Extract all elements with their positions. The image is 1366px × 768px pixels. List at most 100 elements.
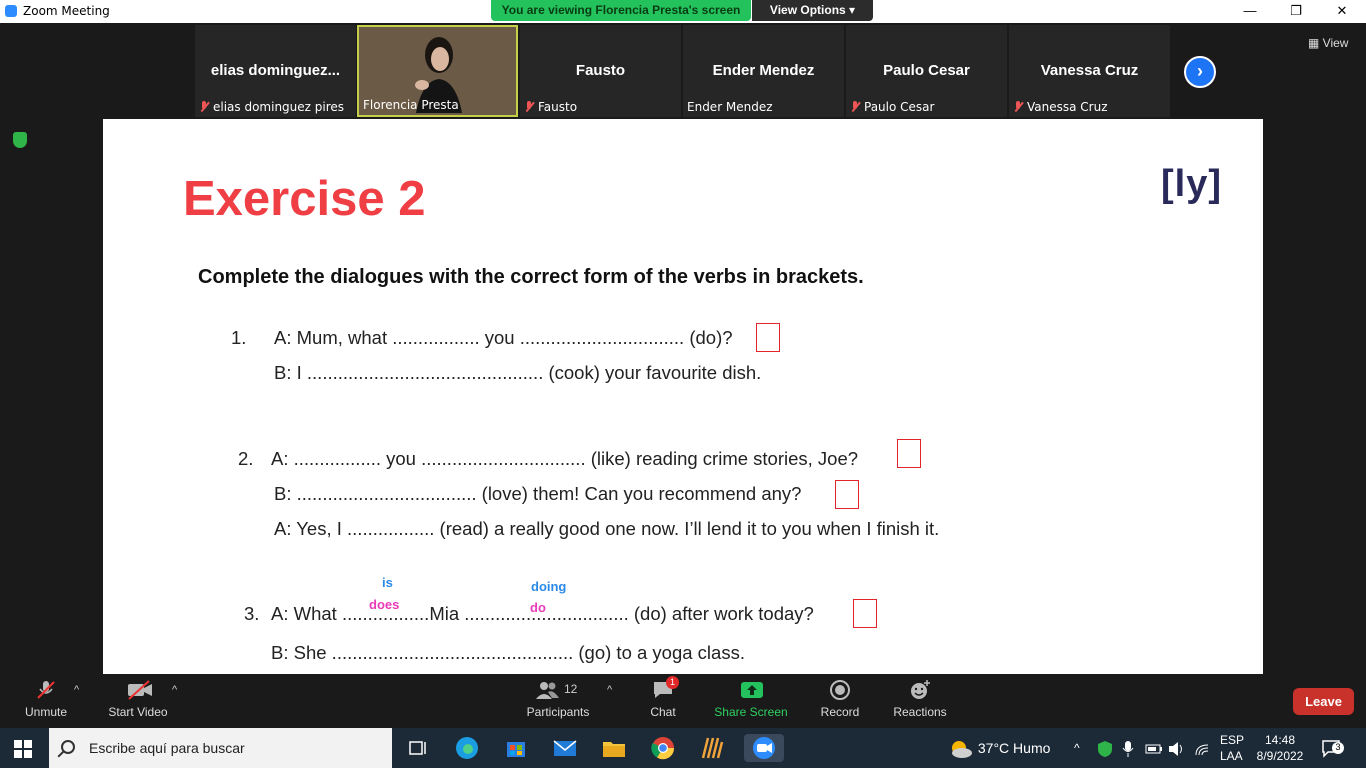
clock-time: 14:48: [1264, 733, 1296, 747]
dialogue-line: A: What .................Mia ...........…: [271, 603, 814, 624]
reactions-button[interactable]: Reactions: [890, 680, 950, 719]
mail-icon[interactable]: [551, 734, 579, 762]
audio-options-caret[interactable]: ^: [74, 684, 79, 696]
question-mark-highlight: [853, 599, 877, 628]
taskbar-clock[interactable]: 14:48 8/9/2022: [1255, 732, 1305, 764]
maximize-button[interactable]: ❐: [1273, 0, 1319, 23]
minimize-button[interactable]: —: [1227, 0, 1273, 23]
participant-label: Vanessa Cruz: [1013, 100, 1108, 114]
participant-name: elias dominguez...: [210, 62, 341, 79]
participant-label-text: Paulo Cesar: [864, 100, 935, 114]
participants-icon: 12: [536, 680, 580, 700]
start-video-button[interactable]: Start Video: [104, 680, 172, 719]
leave-meeting-button[interactable]: Leave: [1293, 688, 1354, 715]
participant-strip: elias dominguez... elias dominguez pires…: [0, 23, 1366, 119]
participant-label: elias dominguez pires: [199, 100, 344, 114]
dialogue-line: B: She .................................…: [271, 642, 745, 663]
window-titlebar: Zoom Meeting You are viewing Florencia P…: [0, 0, 1366, 23]
task-view-icon[interactable]: [404, 734, 432, 762]
participants-button[interactable]: 12 Participants: [522, 680, 594, 719]
input-language-indicator[interactable]: ESP LAA: [1220, 732, 1244, 764]
edge-browser-icon[interactable]: [453, 734, 481, 762]
reactions-smiley-icon: [909, 680, 931, 700]
brand-logo: [ly]: [1161, 163, 1222, 205]
mic-muted-icon: [850, 101, 860, 113]
participant-name: Paulo Cesar: [883, 62, 970, 79]
close-button[interactable]: ✕: [1319, 0, 1365, 23]
question-number: 3.: [244, 603, 260, 624]
unmute-button[interactable]: Unmute: [20, 680, 72, 719]
chrome-browser-icon[interactable]: [649, 734, 677, 762]
search-placeholder: Escribe aquí para buscar: [89, 740, 245, 756]
encryption-shield-icon[interactable]: [13, 132, 27, 148]
record-label: Record: [820, 705, 860, 719]
participant-name: Ender Mendez: [712, 62, 815, 79]
participants-count: 12: [564, 682, 578, 696]
participant-tile[interactable]: Paulo Cesar Paulo Cesar: [846, 25, 1007, 117]
participants-label: Participants: [526, 705, 590, 719]
viewing-screen-indicator: You are viewing Florencia Presta's scree…: [491, 0, 751, 21]
language-code: ESP: [1220, 733, 1245, 747]
video-off-icon: [127, 680, 152, 700]
dialogue-line: B: ................................... (…: [274, 483, 802, 504]
participant-tile[interactable]: Fausto Fausto: [520, 25, 681, 117]
slide-title: Exercise 2: [183, 172, 426, 226]
mic-muted-icon: [199, 101, 209, 113]
chat-icon: 1: [652, 676, 679, 700]
microsoft-store-icon[interactable]: [502, 734, 530, 762]
participant-label: Fausto: [524, 100, 577, 114]
zoom-taskbar-icon[interactable]: [744, 734, 784, 762]
participant-tile[interactable]: elias dominguez... elias dominguez pires: [195, 25, 356, 117]
participant-tile[interactable]: Ender Mendez Ender Mendez: [683, 25, 844, 117]
reactions-label: Reactions: [893, 705, 947, 719]
mic-muted-icon: [524, 101, 534, 113]
view-options-button[interactable]: View Options ▾: [752, 0, 873, 21]
volume-icon[interactable]: [1168, 728, 1186, 768]
participant-name: Vanessa Cruz: [1040, 62, 1139, 79]
microphone-tray-icon[interactable]: [1122, 728, 1134, 768]
unmute-label: Unmute: [24, 705, 68, 719]
participant-label-text: Florencia Presta: [363, 98, 459, 112]
share-screen-icon: [740, 680, 763, 700]
annotation-is: is: [382, 575, 393, 590]
record-icon: [829, 680, 851, 700]
clock-date: 8/9/2022: [1256, 749, 1304, 763]
chat-button[interactable]: 1 Chat: [642, 676, 684, 719]
network-icon[interactable]: [1194, 728, 1210, 768]
participant-label: Ender Mendez: [687, 100, 773, 114]
weather-widget[interactable]: 37°C Humo: [948, 728, 1050, 768]
battery-icon[interactable]: [1145, 728, 1163, 768]
notification-count-badge: 3: [1332, 742, 1344, 754]
participant-label: Paulo Cesar: [850, 100, 934, 114]
shared-screen: Exercise 2 [ly] Complete the dialogues w…: [103, 119, 1263, 674]
exercise-instruction: Complete the dialogues with the correct …: [198, 266, 864, 288]
weather-text: 37°C Humo: [977, 740, 1051, 756]
windows-taskbar: Escribe aquí para buscar 37°C Humo ^ ESP…: [0, 728, 1366, 768]
question-number: 1.: [231, 327, 247, 348]
security-shield-icon[interactable]: [1097, 728, 1113, 768]
show-hidden-icons-caret[interactable]: ^: [1074, 728, 1080, 768]
dialogue-line: A: Mum, what ................. you .....…: [274, 327, 733, 348]
search-icon: [61, 740, 75, 754]
record-button[interactable]: Record: [815, 680, 865, 719]
participant-tile[interactable]: Vanessa Cruz Vanessa Cruz: [1009, 25, 1170, 117]
video-options-caret[interactable]: ^: [172, 684, 177, 696]
zoom-app-icon: [5, 5, 17, 17]
next-page-button[interactable]: ›: [1184, 56, 1216, 88]
taskbar-search-box[interactable]: Escribe aquí para buscar: [49, 728, 392, 768]
dialogue-line: B: I ...................................…: [274, 362, 762, 383]
view-layout-label: View: [1322, 36, 1349, 50]
notifications-icon[interactable]: 3: [1322, 728, 1344, 768]
view-layout-button[interactable]: ▦ View: [1308, 36, 1348, 50]
file-explorer-icon[interactable]: [600, 734, 628, 762]
participants-options-caret[interactable]: ^: [607, 684, 612, 696]
question-mark-highlight: [756, 323, 780, 352]
chat-unread-badge: 1: [666, 676, 679, 689]
participant-tile-active-speaker[interactable]: Florencia Presta: [357, 25, 518, 117]
chat-label: Chat: [650, 705, 676, 719]
annotation-doing: doing: [531, 579, 567, 594]
app-stripes-icon[interactable]: [698, 734, 726, 762]
windows-start-icon[interactable]: [14, 740, 32, 758]
share-screen-button[interactable]: Share Screen: [712, 680, 790, 719]
participant-label-text: elias dominguez pires: [213, 100, 345, 114]
